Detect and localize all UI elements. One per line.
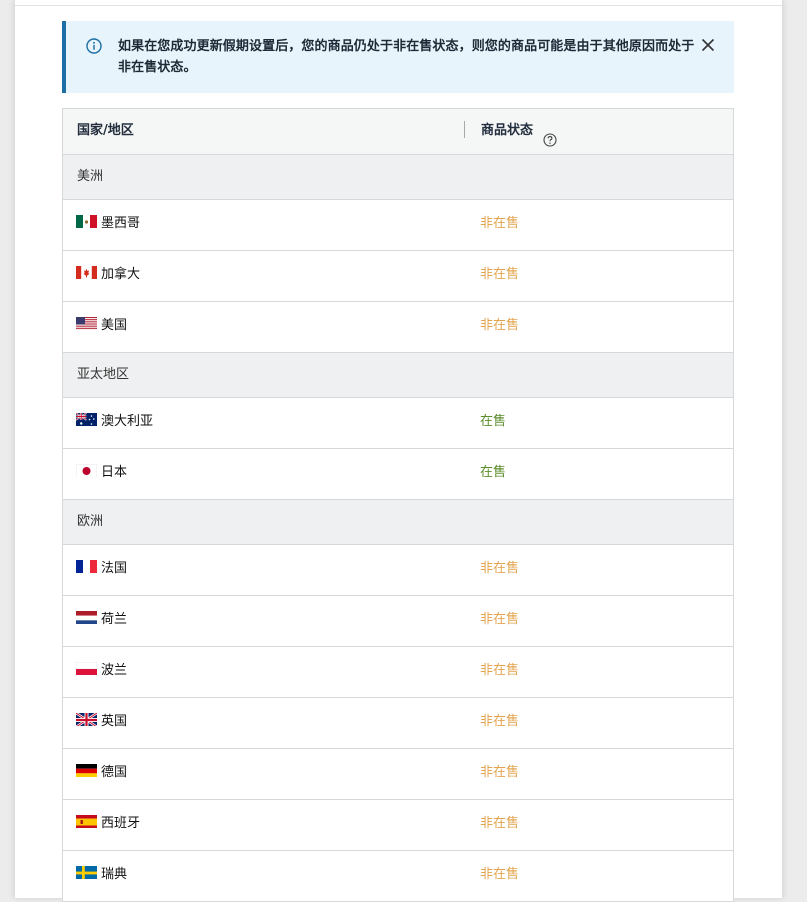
- table-row: 西班牙 非在售: [63, 800, 733, 851]
- table-row: 荷兰 非在售: [63, 596, 733, 647]
- japan-flag-icon: [76, 463, 97, 477]
- listing-status: 非在售: [480, 851, 519, 899]
- listing-status: 非在售: [480, 800, 519, 848]
- country-name: 日本: [101, 449, 127, 497]
- poland-flag-icon: [76, 661, 97, 675]
- listing-status: 非在售: [480, 698, 519, 746]
- table-row: 瑞典 非在售: [63, 851, 733, 902]
- listing-status: 在售: [480, 398, 506, 446]
- table-row: 日本 在售: [63, 449, 733, 500]
- close-icon[interactable]: [700, 37, 716, 53]
- country-name: 德国: [101, 749, 127, 797]
- column-divider: [464, 121, 465, 138]
- table-row: 加拿大 非在售: [63, 251, 733, 302]
- listing-status-table: 国家/地区 商品状态 美洲墨西哥非在售加拿大非在售美国非在售亚太地区澳大利亚在售…: [62, 108, 734, 902]
- alert-message: 如果在您成功更新假期设置后，您的商品仍处于非在售状态，则您的商品可能是由于其他原…: [118, 36, 696, 78]
- country-name: 波兰: [101, 647, 127, 695]
- france-flag-icon: [76, 559, 97, 573]
- listing-status: 在售: [480, 449, 506, 497]
- help-circle-icon[interactable]: [543, 122, 557, 136]
- region-group-header: 亚太地区: [63, 353, 733, 398]
- column-header-status-label: 商品状态: [481, 123, 533, 138]
- table-row: 美国 非在售: [63, 302, 733, 353]
- sweden-flag-icon: [76, 865, 97, 879]
- listing-status: 非在售: [480, 749, 519, 797]
- listing-status: 非在售: [480, 251, 519, 299]
- listing-status: 非在售: [480, 302, 519, 350]
- table-row: 墨西哥 非在售: [63, 200, 733, 251]
- country-name: 墨西哥: [101, 200, 140, 248]
- mexico-flag-icon: [76, 214, 97, 228]
- table-row: 波兰 非在售: [63, 647, 733, 698]
- country-name: 法国: [101, 545, 127, 593]
- country-name: 加拿大: [101, 251, 140, 299]
- info-alert: 如果在您成功更新假期设置后，您的商品仍处于非在售状态，则您的商品可能是由于其他原…: [62, 21, 734, 93]
- netherlands-flag-icon: [76, 610, 97, 624]
- table-row: 法国 非在售: [63, 545, 733, 596]
- column-header-status: 商品状态: [481, 109, 557, 154]
- country-name: 西班牙: [101, 800, 140, 848]
- vacation-settings-panel: 如果在您成功更新假期设置后，您的商品仍处于非在售状态，则您的商品可能是由于其他原…: [14, 0, 783, 898]
- country-name: 美国: [101, 302, 127, 350]
- listing-status: 非在售: [480, 647, 519, 695]
- country-name: 英国: [101, 698, 127, 746]
- table-row: 德国 非在售: [63, 749, 733, 800]
- spain-flag-icon: [76, 814, 97, 828]
- column-header-country: 国家/地区: [77, 109, 134, 154]
- table-row: 英国 非在售: [63, 698, 733, 749]
- country-name: 澳大利亚: [101, 398, 153, 446]
- country-name: 荷兰: [101, 596, 127, 644]
- region-group-header: 美洲: [63, 155, 733, 200]
- table-header: 国家/地区 商品状态: [63, 109, 733, 155]
- table-body: 美洲墨西哥非在售加拿大非在售美国非在售亚太地区澳大利亚在售日本在售欧洲法国非在售…: [63, 155, 733, 902]
- australia-flag-icon: [76, 412, 97, 426]
- country-name: 瑞典: [101, 851, 127, 899]
- germany-flag-icon: [76, 763, 97, 777]
- table-row: 澳大利亚 在售: [63, 398, 733, 449]
- canada-flag-icon: [76, 265, 97, 279]
- uk-flag-icon: [76, 712, 97, 726]
- region-group-header: 欧洲: [63, 500, 733, 545]
- listing-status: 非在售: [480, 596, 519, 644]
- listing-status: 非在售: [480, 200, 519, 248]
- listing-status: 非在售: [480, 545, 519, 593]
- usa-flag-icon: [76, 316, 97, 330]
- info-icon: [86, 38, 102, 54]
- top-divider: [15, 5, 782, 6]
